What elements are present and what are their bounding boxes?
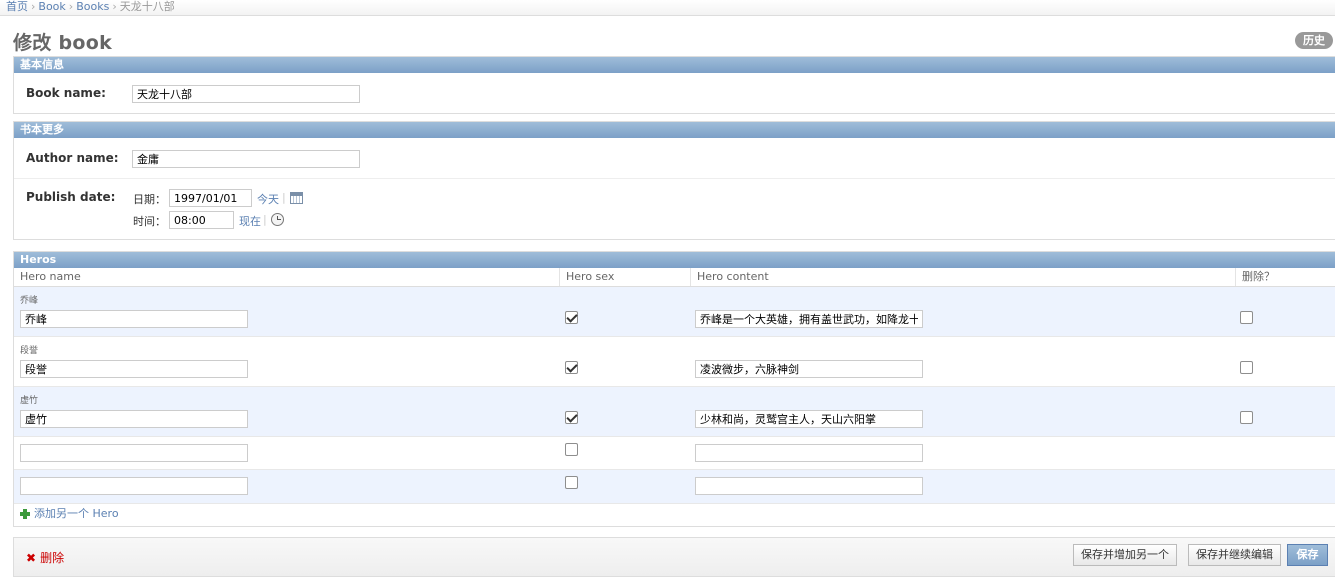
table-row: 乔峰 <box>14 287 1335 337</box>
row-caption: 段誉 <box>20 346 39 356</box>
history-button[interactable]: 历史 <box>1295 32 1333 49</box>
inline-heros: Heros Hero name Hero sex Hero content 删除… <box>13 251 1335 527</box>
fieldset-more-info-title: 书本更多 <box>14 122 1335 138</box>
submit-row: ✖ 删除 保存并增加另一个 保存并继续编辑 保存 <box>13 537 1335 577</box>
table-row: 段誉 <box>14 337 1335 387</box>
table-row: 虚竹 <box>14 387 1335 437</box>
page-title: 修改 book <box>13 32 113 54</box>
hero-name-input[interactable] <box>20 310 248 328</box>
delete-link[interactable]: ✖ 删除 <box>26 549 64 566</box>
inline-heros-header: Hero name Hero sex Hero content 删除？ <box>14 268 1335 287</box>
fieldset-basic-info: 基本信息 Book name: <box>13 56 1335 114</box>
hero-name-input[interactable] <box>20 477 248 495</box>
breadcrumb-separator: › <box>68 0 74 13</box>
form-row-author-name: Author name: <box>14 138 1335 179</box>
hero-content-input[interactable] <box>695 444 923 462</box>
book-name-label: Book name: <box>26 86 106 100</box>
hero-sex-checkbox[interactable] <box>565 476 578 489</box>
hero-sex-checkbox[interactable] <box>565 361 578 374</box>
hero-content-input[interactable] <box>695 360 923 378</box>
breadcrumb-separator: › <box>112 0 117 13</box>
breadcrumb-model-link[interactable]: Books <box>76 0 109 13</box>
delete-checkbox[interactable] <box>1240 361 1253 374</box>
hero-name-input[interactable] <box>20 360 248 378</box>
add-icon <box>20 509 30 519</box>
inline-heros-title: Heros <box>14 252 1335 268</box>
time-label: 时间： <box>133 215 166 228</box>
row-caption: 乔峰 <box>20 296 39 306</box>
add-hero-row: 添加另一个 Hero <box>14 504 1335 524</box>
publish-date-label: Publish date: <box>26 190 116 204</box>
fieldset-more-info: 书本更多 Author name: Publish date: 日期： 今天 |… <box>13 121 1335 240</box>
date-label: 日期： <box>133 193 166 206</box>
column-hero-name: Hero name <box>20 270 81 283</box>
time-input[interactable] <box>169 211 234 229</box>
hero-name-input[interactable] <box>20 410 248 428</box>
time-divider: | <box>263 213 267 226</box>
today-link[interactable]: 今天 <box>257 191 279 207</box>
table-row-empty <box>14 470 1335 504</box>
breadcrumb: 首页 › Book › Books › 天龙十八部 <box>0 0 1335 16</box>
row-caption: 虚竹 <box>20 396 39 406</box>
author-name-input[interactable] <box>132 150 360 168</box>
add-hero-link[interactable]: 添加另一个 Hero <box>34 507 119 520</box>
form-row-book-name: Book name: <box>14 73 1335 113</box>
hero-content-input[interactable] <box>695 477 923 495</box>
column-delete: 删除？ <box>1235 268 1335 286</box>
book-name-input[interactable] <box>132 85 360 103</box>
date-input[interactable] <box>169 189 252 207</box>
hero-name-input[interactable] <box>20 444 248 462</box>
hero-content-input[interactable] <box>695 410 923 428</box>
table-row-empty <box>14 437 1335 470</box>
hero-sex-checkbox[interactable] <box>565 311 578 324</box>
hero-sex-checkbox[interactable] <box>565 443 578 456</box>
delete-checkbox[interactable] <box>1240 411 1253 424</box>
form-row-publish-date: Publish date: 日期： 今天 | 时间： 现在 | <box>14 179 1335 240</box>
date-divider: | <box>282 191 286 204</box>
breadcrumb-separator: › <box>31 0 36 13</box>
column-hero-sex: Hero sex <box>559 268 690 286</box>
hero-sex-checkbox[interactable] <box>565 411 578 424</box>
author-name-label: Author name: <box>26 151 119 165</box>
fieldset-basic-info-title: 基本信息 <box>14 57 1335 73</box>
breadcrumb-current: 天龙十八部 <box>119 0 175 13</box>
now-link[interactable]: 现在 <box>239 213 261 229</box>
hero-content-input[interactable] <box>695 310 923 328</box>
calendar-icon[interactable] <box>290 192 303 204</box>
column-hero-content: Hero content <box>690 268 1235 286</box>
breadcrumb-home-link[interactable]: 首页 <box>6 0 28 13</box>
clock-icon[interactable] <box>271 213 284 226</box>
breadcrumb-app-link[interactable]: Book <box>38 0 65 13</box>
delete-checkbox[interactable] <box>1240 311 1253 324</box>
